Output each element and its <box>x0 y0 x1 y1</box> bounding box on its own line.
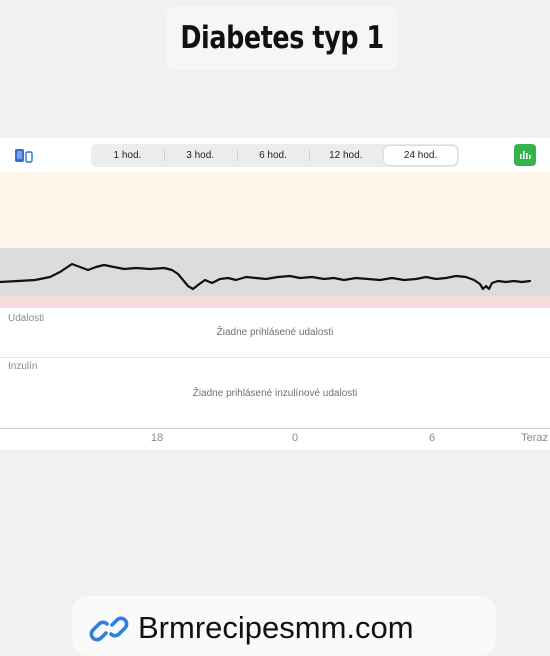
insulin-label: Inzulín <box>8 361 38 372</box>
range-3h[interactable]: 3 hod. <box>163 144 237 167</box>
insulin-section: Inzulín Žiadne prihlásené inzulínové uda… <box>0 358 550 429</box>
time-axis: 18 0 6 Teraz <box>0 430 550 448</box>
axis-tick: 6 <box>428 432 436 444</box>
link-text[interactable]: Brmrecipesmm.com <box>138 610 414 646</box>
link-icon <box>89 616 129 642</box>
range-6h[interactable]: 6 hod. <box>236 144 310 167</box>
time-range-selector: 1 hod. 3 hod. 6 hod. 12 hod. 24 hod. <box>91 144 459 167</box>
phone-device-icon[interactable] <box>14 148 34 164</box>
axis-tick: 0 <box>291 432 299 444</box>
range-24h[interactable]: 24 hod. <box>384 146 457 165</box>
axis-tick: 18 <box>150 432 164 444</box>
glucose-trace <box>0 262 532 291</box>
bar-chart-button[interactable] <box>514 144 536 166</box>
bar-chart-icon <box>520 151 531 159</box>
events-label: Udalosti <box>8 313 45 324</box>
insulin-empty-message: Žiadne prihlásené inzulínové udalosti <box>192 388 358 399</box>
range-1h[interactable]: 1 hod. <box>91 144 164 167</box>
title-card: Diabetes typ 1 <box>166 6 398 70</box>
glucose-panel: 1 hod. 3 hod. 6 hod. 12 hod. 24 hod. Uda… <box>0 138 550 450</box>
axis-tick-now: Teraz <box>521 432 548 444</box>
page-title: Diabetes typ 1 <box>180 20 384 56</box>
range-12h[interactable]: 12 hod. <box>309 144 382 167</box>
toolbar: 1 hod. 3 hod. 6 hod. 12 hod. 24 hod. <box>0 138 550 172</box>
link-pill[interactable]: Brmrecipesmm.com <box>72 596 496 656</box>
events-section: Udalosti Žiadne prihlásené udalosti <box>0 310 550 358</box>
events-empty-message: Žiadne prihlásené udalosti <box>216 327 334 338</box>
